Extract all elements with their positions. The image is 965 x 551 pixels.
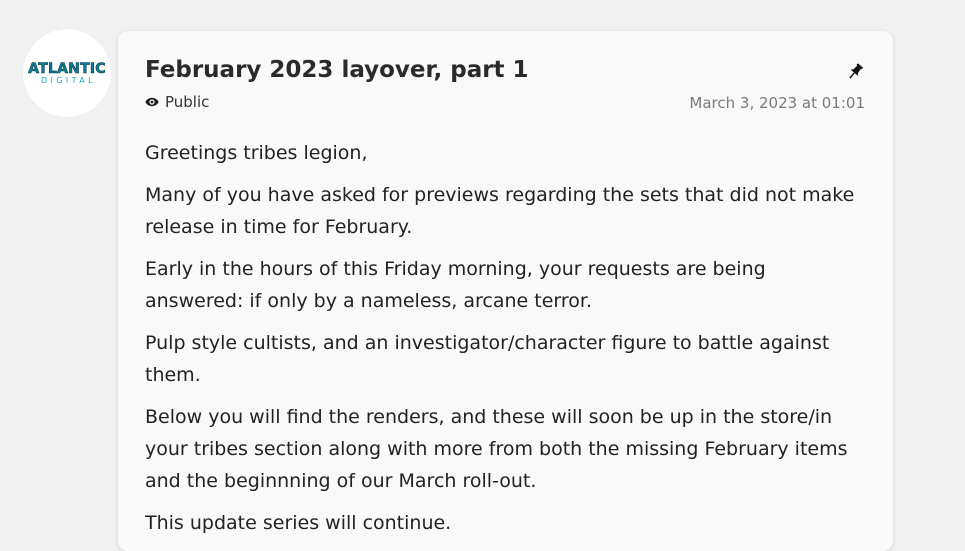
eye-icon (145, 97, 159, 107)
post-date: March 3, 2023 at 01:01 (689, 94, 865, 112)
post-title[interactable]: February 2023 layover, part 1 (145, 57, 529, 83)
post-visibility: Public (145, 93, 209, 111)
post-paragraph: Below you will find the renders, and the… (145, 406, 848, 492)
post-paragraph: Pulp style cultists, and an investigator… (145, 332, 830, 386)
logo-wordmark-bottom: DIGITAL (40, 75, 97, 85)
post-paragraph: Early in the hours of this Friday mornin… (145, 258, 766, 312)
post-paragraph: Many of you have asked for previews rega… (145, 184, 855, 238)
post-body: Greetings tribes legion, Many of you hav… (145, 137, 860, 549)
post-card: February 2023 layover, part 1 Public Mar… (118, 31, 893, 551)
post-paragraph: Greetings tribes legion, (145, 142, 368, 164)
author-avatar[interactable]: ATLANTIC DIGITAL (23, 29, 111, 117)
visibility-label: Public (165, 93, 210, 111)
post-paragraph: This update series will continue. (145, 512, 452, 534)
pin-icon[interactable] (845, 62, 865, 82)
logo-wordmark-top: ATLANTIC (28, 60, 106, 77)
